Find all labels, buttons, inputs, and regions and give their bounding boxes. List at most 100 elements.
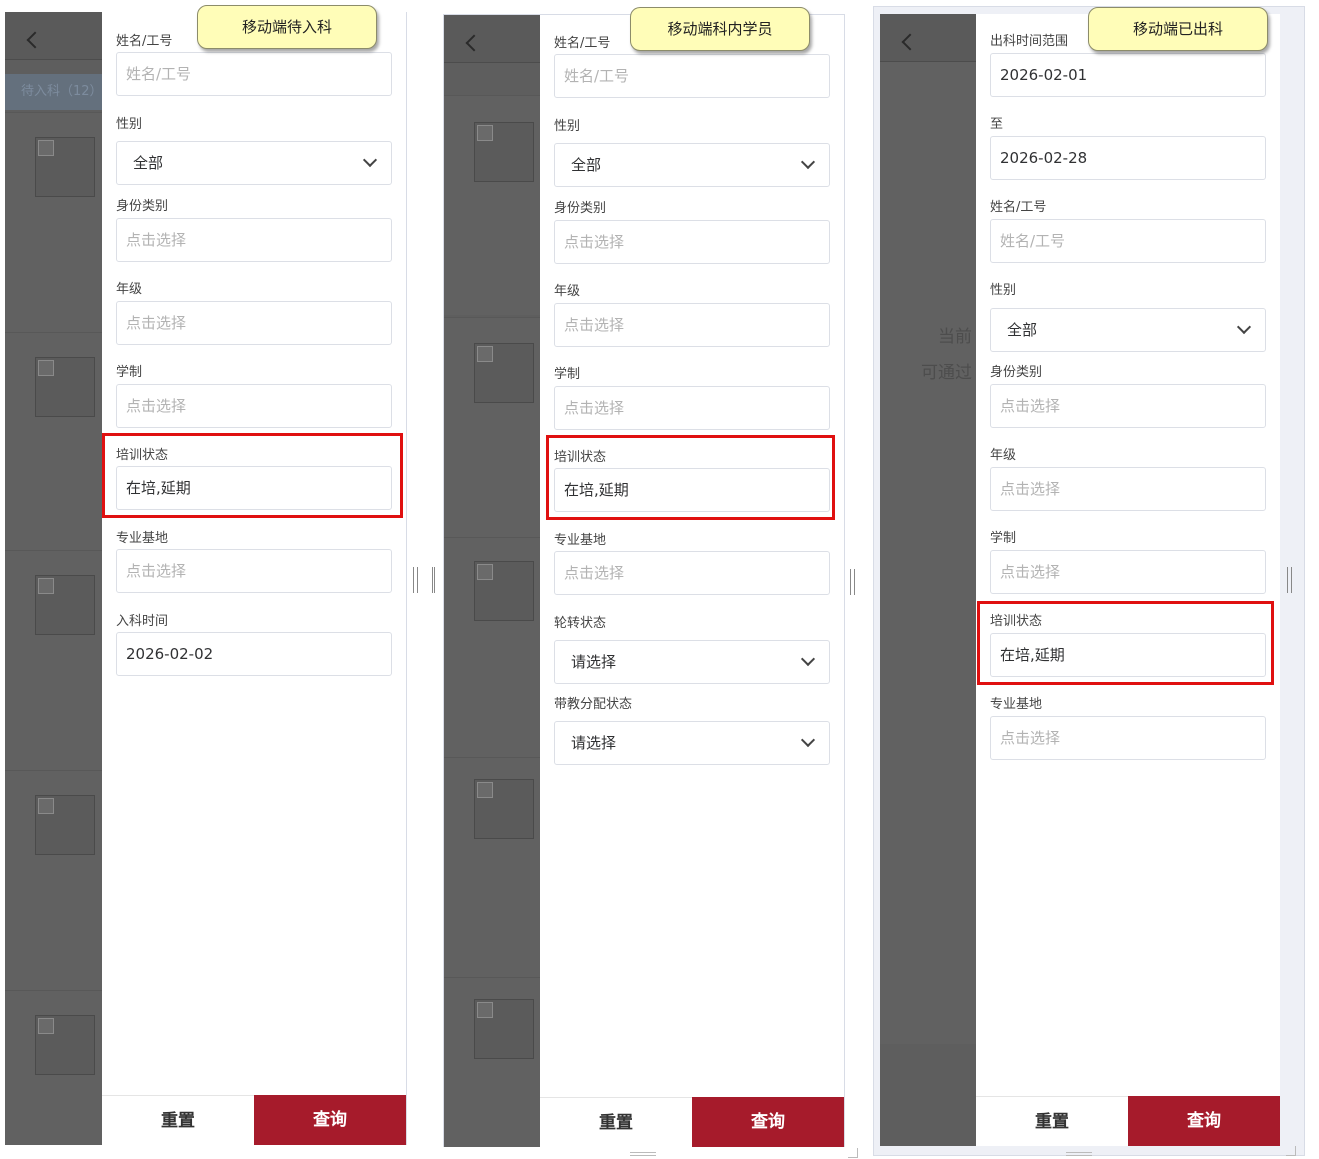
back-icon[interactable] xyxy=(26,31,44,49)
back-icon[interactable] xyxy=(465,34,483,52)
list-card xyxy=(444,317,540,537)
teaching-assignment-select[interactable]: 请选择 xyxy=(554,721,830,765)
list-overlay xyxy=(444,15,540,1147)
field-label: 专业基地 xyxy=(116,531,169,546)
tab-pending-entry[interactable]: 待入科（12） xyxy=(5,74,102,110)
list-card xyxy=(5,332,102,550)
field-label: 轮转状态 xyxy=(554,616,607,631)
annotation-callout: 移动端科内学员 xyxy=(630,7,810,51)
field-label: 身份类别 xyxy=(554,201,607,216)
list-card xyxy=(444,757,540,977)
chevron-down-icon xyxy=(1236,319,1252,335)
field-label: 性别 xyxy=(116,117,143,132)
reset-button[interactable]: 重置 xyxy=(540,1097,692,1147)
avatar-image xyxy=(474,779,534,839)
list-card xyxy=(5,550,102,770)
highlight-box xyxy=(546,435,835,520)
field-label: 身份类别 xyxy=(990,365,1043,380)
query-button[interactable]: 查询 xyxy=(692,1097,844,1147)
leave-date-start-input[interactable]: 2026-02-01 xyxy=(990,53,1266,97)
drag-handle-icon[interactable] xyxy=(413,567,418,593)
query-button[interactable]: 查询 xyxy=(254,1095,406,1145)
drag-handle-icon[interactable] xyxy=(850,569,855,595)
grade-picker[interactable]: 点击选择 xyxy=(116,301,392,345)
field-label: 身份类别 xyxy=(116,199,169,214)
grade-picker[interactable]: 点击选择 xyxy=(990,467,1266,511)
panel-left-department: 当前 可通过 出科时间范围 2026-02-01 至 2026-02-28 姓名… xyxy=(868,0,1308,1159)
rotation-status-select[interactable]: 请选择 xyxy=(554,640,830,684)
avatar-image xyxy=(474,561,534,621)
field-label: 年级 xyxy=(554,284,581,299)
teaching-assignment-value: 请选择 xyxy=(571,734,617,752)
filter-drawer: 姓名/工号 姓名/工号 性别 全部 身份类别 点击选择 年级 点击选择 学制 点… xyxy=(102,12,406,1145)
specialty-base-picker[interactable]: 点击选择 xyxy=(990,716,1266,760)
field-label: 性别 xyxy=(990,283,1017,298)
avatar-image xyxy=(474,343,534,403)
identity-type-picker[interactable]: 点击选择 xyxy=(554,220,830,264)
filter-drawer: 姓名/工号 姓名/工号 性别 全部 身份类别 点击选择 年级 点击选择 学制 点… xyxy=(540,15,844,1147)
field-label: 至 xyxy=(990,117,1004,132)
field-label: 年级 xyxy=(116,282,143,297)
list-card xyxy=(444,977,540,1147)
list-overlay: 待入科（12） xyxy=(5,12,102,1145)
gender-select[interactable]: 全部 xyxy=(116,141,392,185)
query-button[interactable]: 查询 xyxy=(1128,1096,1280,1146)
identity-type-picker[interactable]: 点击选择 xyxy=(116,218,392,262)
leave-date-end-input[interactable]: 2026-02-28 xyxy=(990,136,1266,180)
gender-select[interactable]: 全部 xyxy=(990,308,1266,352)
drag-handle-icon[interactable] xyxy=(1287,567,1292,593)
avatar-image xyxy=(474,999,534,1059)
top-bar xyxy=(444,15,540,63)
list-overlay: 当前 可通过 xyxy=(880,14,976,1146)
drawer-footer: 重置 查询 xyxy=(976,1096,1280,1146)
field-label: 姓名/工号 xyxy=(554,36,611,51)
field-label: 出科时间范围 xyxy=(990,34,1069,49)
gender-select[interactable]: 全部 xyxy=(554,143,830,187)
name-id-input[interactable]: 姓名/工号 xyxy=(554,54,830,98)
specialty-base-picker[interactable]: 点击选择 xyxy=(554,551,830,595)
resize-grip-icon[interactable] xyxy=(1286,1146,1296,1156)
chevron-down-icon xyxy=(800,651,816,667)
list-card xyxy=(5,112,102,332)
panel-in-department: 姓名/工号 姓名/工号 性别 全部 身份类别 点击选择 年级 点击选择 学制 点… xyxy=(430,0,858,1159)
empty-state-text: 可通过 xyxy=(921,363,972,383)
reset-button[interactable]: 重置 xyxy=(976,1096,1128,1146)
rotation-status-value: 请选择 xyxy=(571,653,617,671)
entry-date-input[interactable]: 2026-02-02 xyxy=(116,632,392,676)
avatar-image xyxy=(35,137,95,197)
bottom-bar-icon xyxy=(1066,1152,1092,1156)
grade-picker[interactable]: 点击选择 xyxy=(554,303,830,347)
back-icon[interactable] xyxy=(901,33,919,51)
identity-type-picker[interactable]: 点击选择 xyxy=(990,384,1266,428)
top-bar xyxy=(5,12,102,60)
field-label: 姓名/工号 xyxy=(116,34,173,49)
resize-grip-icon[interactable] xyxy=(848,1148,858,1158)
list-card xyxy=(444,95,540,315)
program-length-picker[interactable]: 点击选择 xyxy=(990,550,1266,594)
avatar-image xyxy=(35,575,95,635)
name-id-input[interactable]: 姓名/工号 xyxy=(990,219,1266,263)
specialty-base-picker[interactable]: 点击选择 xyxy=(116,549,392,593)
highlight-box xyxy=(977,601,1274,685)
field-label: 学制 xyxy=(116,365,143,380)
chevron-down-icon xyxy=(800,732,816,748)
avatar-image xyxy=(35,795,95,855)
panel-pending-entry: 待入科（12） 姓名/工号 姓名/工号 性别 全部 身份类别 点击选择 年级 点… xyxy=(0,0,424,1159)
program-length-picker[interactable]: 点击选择 xyxy=(554,386,830,430)
chevron-down-icon xyxy=(800,154,816,170)
gender-value: 全部 xyxy=(1007,321,1038,339)
avatar-image xyxy=(35,357,95,417)
program-length-picker[interactable]: 点击选择 xyxy=(116,384,392,428)
chevron-down-icon xyxy=(362,152,378,168)
field-label: 带教分配状态 xyxy=(554,697,633,712)
drawer-footer: 重置 查询 xyxy=(102,1095,406,1145)
field-label: 年级 xyxy=(990,448,1017,463)
name-id-input[interactable]: 姓名/工号 xyxy=(116,52,392,96)
list-card xyxy=(444,537,540,757)
reset-button[interactable]: 重置 xyxy=(102,1095,254,1145)
drag-handle-icon[interactable] xyxy=(432,567,435,593)
empty-state-text: 当前 xyxy=(938,327,972,347)
avatar-image xyxy=(35,1015,95,1075)
field-label: 姓名/工号 xyxy=(990,200,1047,215)
highlight-box xyxy=(102,433,403,518)
